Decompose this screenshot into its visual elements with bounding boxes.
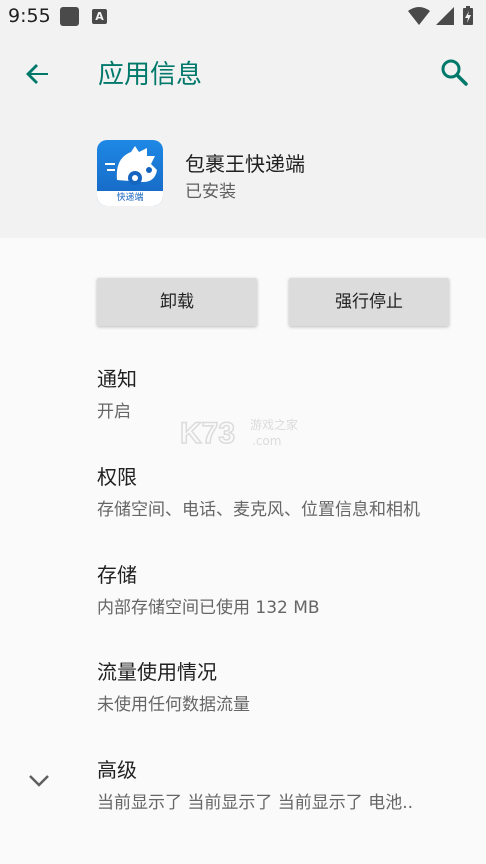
pref-title: 通知 — [97, 367, 137, 391]
app-header: 应用信息 快递端 包裹王快递端 已安装 — [0, 32, 486, 238]
pref-summary: 开启 — [97, 402, 131, 422]
pref-permissions[interactable]: 权限 存储空间、电话、麦克风、位置信息和相机 — [97, 461, 420, 520]
pref-storage[interactable]: 存储 内部存储空间已使用 132 MB — [97, 559, 320, 618]
chevron-down-icon[interactable] — [24, 766, 54, 796]
pref-summary: 存储空间、电话、麦克风、位置信息和相机 — [97, 500, 420, 520]
pref-summary: 内部存储空间已使用 132 MB — [97, 598, 320, 618]
battery-charging-icon — [463, 6, 473, 25]
pref-summary: 当前显示了 当前显示了 当前显示了 电池.. — [97, 793, 414, 813]
watermark-logo: K73 游戏之家 .com — [180, 416, 298, 451]
status-icons — [408, 6, 473, 25]
back-arrow-icon[interactable] — [20, 56, 56, 92]
watermark-brand: K73 — [180, 417, 235, 450]
pref-title: 存储 — [97, 563, 137, 587]
pref-title: 流量使用情况 — [97, 660, 217, 684]
watermark-domain: .com — [252, 434, 281, 448]
app-logo-icon — [105, 146, 157, 185]
pref-title: 权限 — [97, 465, 137, 489]
pref-notifications[interactable]: 通知 开启 — [97, 363, 137, 422]
app-icon: 快递端 — [97, 140, 163, 206]
wifi-icon — [408, 7, 430, 25]
notification-icon — [60, 7, 79, 26]
pref-advanced[interactable]: 高级 当前显示了 当前显示了 当前显示了 电池.. — [97, 754, 413, 813]
search-icon[interactable] — [436, 54, 472, 90]
force-stop-button[interactable]: 强行停止 — [289, 278, 449, 326]
signal-icon — [436, 7, 454, 25]
app-icon-caption: 快递端 — [97, 191, 163, 206]
status-bar: 9:55 A — [0, 0, 486, 32]
page-title: 应用信息 — [98, 60, 203, 90]
uninstall-button[interactable]: 卸载 — [97, 278, 257, 326]
status-time: 9:55 — [8, 5, 51, 27]
app-install-status: 已安装 — [185, 182, 236, 202]
pref-title: 高级 — [97, 758, 137, 782]
notification-a-icon: A — [92, 9, 107, 24]
pref-summary: 未使用任何数据流量 — [97, 695, 250, 715]
app-name: 包裹王快递端 — [185, 152, 305, 176]
watermark-cn: 游戏之家 — [250, 417, 298, 432]
pref-data-usage[interactable]: 流量使用情况 未使用任何数据流量 — [97, 656, 250, 715]
